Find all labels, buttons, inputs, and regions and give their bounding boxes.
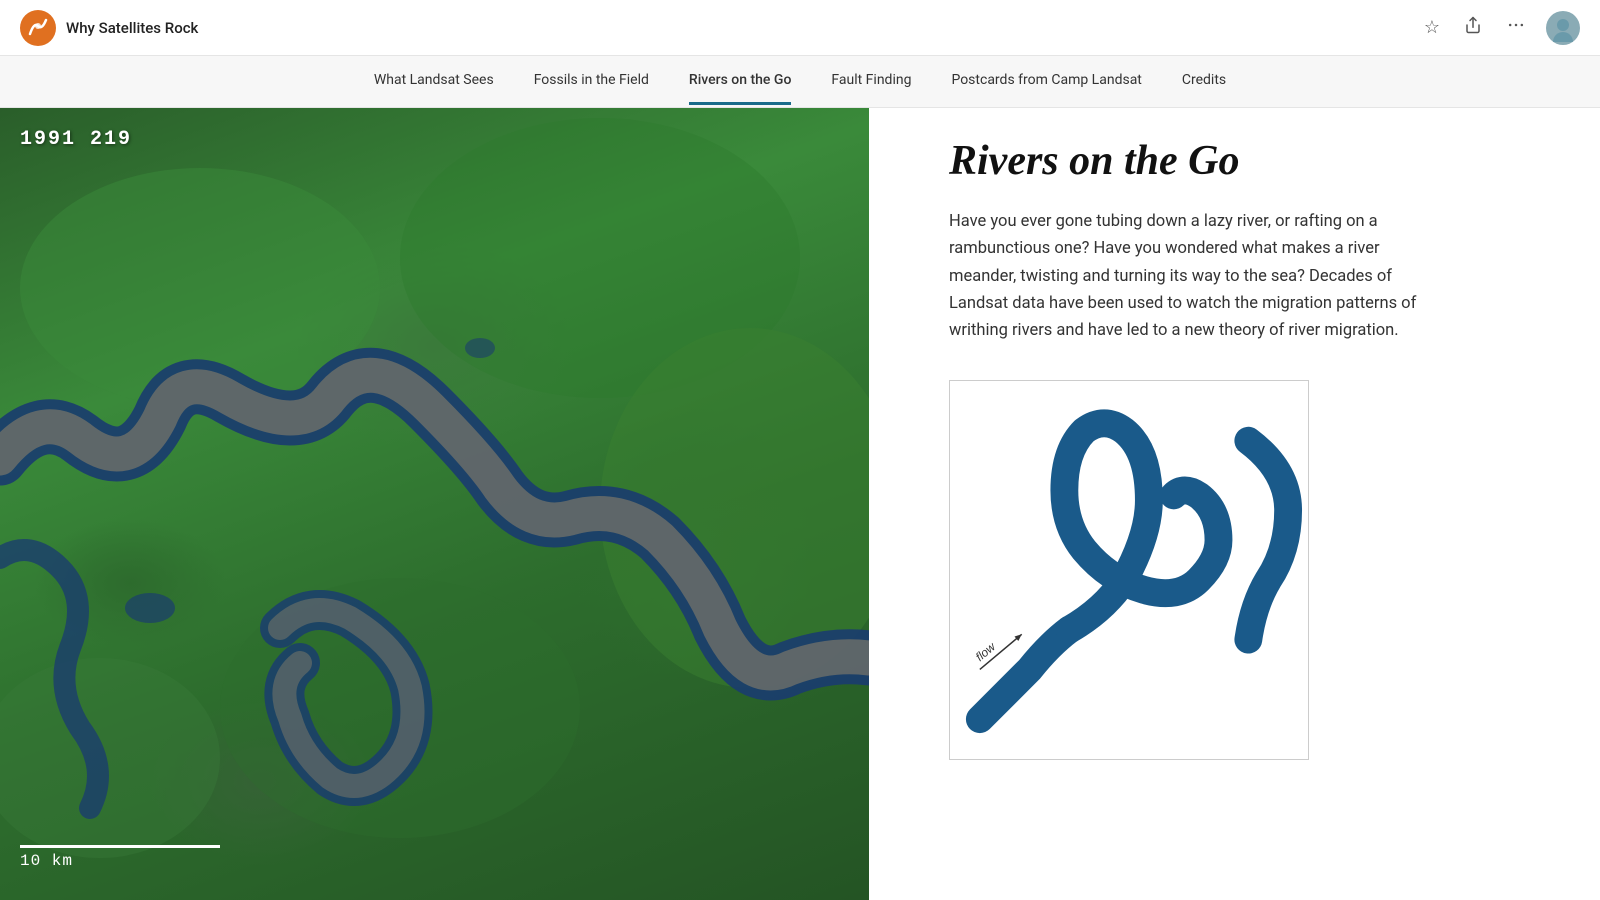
section-body: Have you ever gone tubing down a lazy ri… [949, 208, 1429, 344]
nav-item-rivers-on-the-go[interactable]: Rivers on the Go [689, 58, 791, 105]
scale-line [20, 845, 220, 848]
more-icon [1506, 15, 1526, 35]
nav-item-what-landsat-sees[interactable]: What Landsat Sees [374, 58, 494, 105]
star-icon: ☆ [1424, 17, 1440, 37]
header-right: ☆ [1420, 11, 1580, 45]
nav-item-fault-finding[interactable]: Fault Finding [831, 58, 911, 105]
avatar[interactable] [1546, 11, 1580, 45]
nav-item-credits[interactable]: Credits [1182, 58, 1226, 105]
section-title: Rivers on the Go [949, 138, 1540, 184]
main-nav: What Landsat Sees Fossils in the Field R… [0, 56, 1600, 108]
scale-text: 10 km [20, 852, 220, 870]
more-button[interactable] [1502, 11, 1530, 44]
header-left: Why Satellites Rock [20, 10, 198, 46]
bookmark-button[interactable]: ☆ [1420, 13, 1444, 42]
nav-item-postcards-from-camp-landsat[interactable]: Postcards from Camp Landsat [951, 58, 1141, 105]
svg-text:flow: flow [973, 639, 999, 664]
app-logo[interactable] [20, 10, 56, 46]
diagram-svg: flow [950, 381, 1308, 759]
share-icon [1464, 16, 1482, 34]
text-panel: Rivers on the Go Have you ever gone tubi… [869, 108, 1600, 900]
nav-item-fossils-in-the-field[interactable]: Fossils in the Field [534, 58, 649, 105]
image-timestamp-label: 1991 219 [20, 128, 132, 151]
river-svg [0, 108, 869, 900]
scale-bar: 10 km [20, 845, 220, 870]
river-diagram: flow [949, 380, 1309, 760]
header: Why Satellites Rock ☆ [0, 0, 1600, 56]
main-content: 1991 219 10 km Rivers on the Go Have you… [0, 108, 1600, 900]
app-title: Why Satellites Rock [66, 19, 198, 37]
satellite-image-panel: 1991 219 10 km [0, 108, 869, 900]
share-button[interactable] [1460, 12, 1486, 43]
